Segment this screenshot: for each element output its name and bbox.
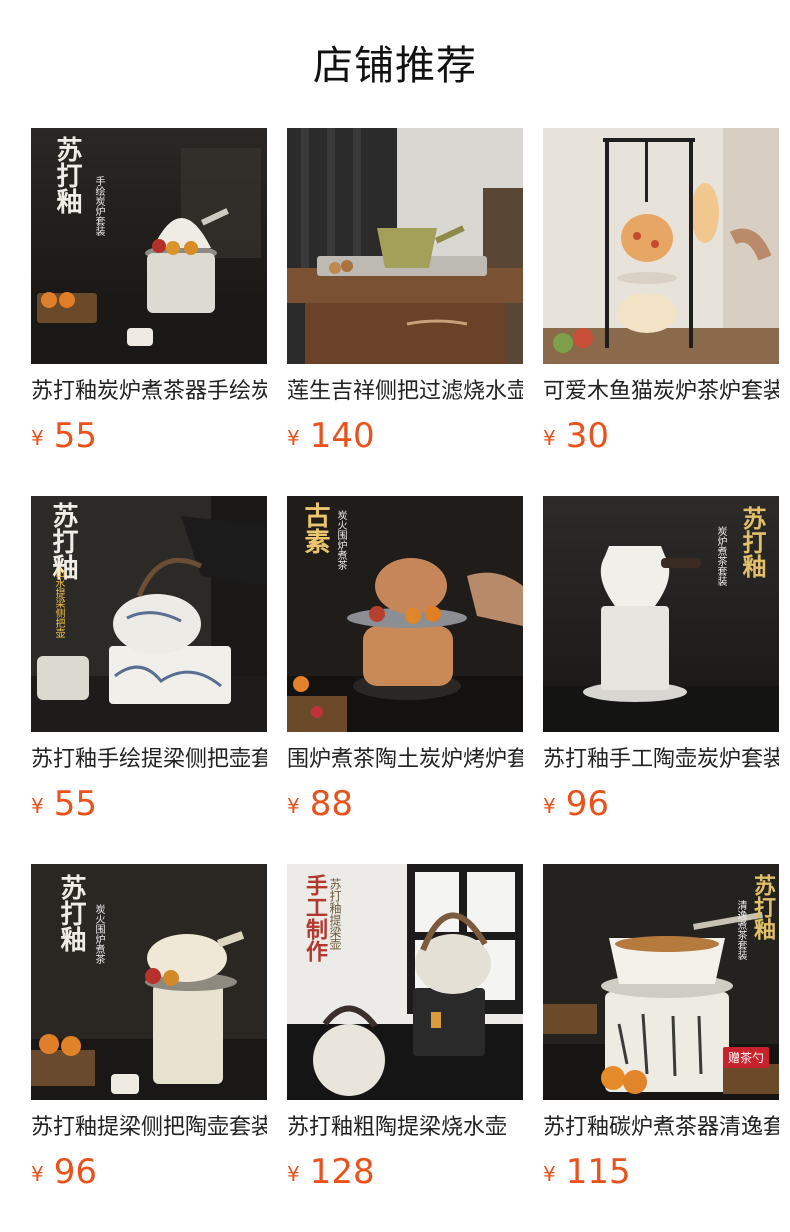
product-price: ¥96 xyxy=(31,1152,97,1192)
currency-symbol: ¥ xyxy=(287,426,300,450)
product-name[interactable]: 苏打釉提梁侧把陶壶套装 xyxy=(31,1113,267,1143)
product-subtitle-text: 清逸煮茶套装 xyxy=(735,900,746,960)
currency-symbol: ¥ xyxy=(287,794,300,818)
product-image[interactable] xyxy=(287,128,523,364)
product-card[interactable]: 古素 炭火围炉煮茶 围炉煮茶陶土炭炉烤炉套装 ¥88 xyxy=(287,496,523,864)
price-value: 88 xyxy=(309,784,353,824)
currency-symbol: ¥ xyxy=(31,1162,44,1186)
currency-symbol: ¥ xyxy=(543,794,556,818)
product-brand-text: 古素 xyxy=(300,502,330,554)
product-subtitle-text: 炭火围炉煮茶 xyxy=(335,510,346,570)
product-brand-text: 苏打釉 xyxy=(56,874,86,952)
product-price: ¥96 xyxy=(543,784,609,824)
product-grid: 苏打釉 手绘炭炉套装 苏打釉炭炉煮茶器手绘炭炉套装 ¥55 xyxy=(31,128,779,1232)
product-card[interactable]: 苏打釉 清逸煮茶套装 赠茶勺 苏打釉碳炉煮茶器清逸套装 ¥115 xyxy=(543,864,779,1232)
product-photo-2 xyxy=(287,128,523,364)
store-recommendations-page: 店铺推荐 苏打釉 手绘炭炉套装 苏打釉炭炉煮茶器手绘炭 ¥ 55 莲生吉祥侧把过… xyxy=(0,0,790,1232)
product-card[interactable]: 手工制作 苏打釉提梁壶 苏打釉粗陶提梁烧水壶 ¥128 xyxy=(287,864,523,1232)
product-image[interactable]: 苏打釉 手绘炭炉套装 xyxy=(31,128,267,364)
product-card[interactable]: 苏打釉 山水提梁侧把壶 苏打釉手绘提梁侧把壶套装 ¥55 xyxy=(31,496,267,864)
price-value: 55 xyxy=(53,416,97,456)
product-name[interactable]: 围炉煮茶陶土炭炉烤炉套装 xyxy=(287,745,523,775)
product-name[interactable]: 苏打釉炭炉煮茶器手绘炭炉套装 xyxy=(31,377,267,407)
product-brand-text: 苏打釉 xyxy=(750,874,776,940)
price-value: 30 xyxy=(565,416,609,456)
price-value: 96 xyxy=(53,1152,97,1192)
product-image[interactable]: 手工制作 苏打釉提梁壶 xyxy=(287,864,523,1100)
product-subtitle-text: 山水提梁侧把壶 xyxy=(53,568,64,638)
product-image[interactable]: 苏打釉 清逸煮茶套装 赠茶勺 xyxy=(543,864,779,1100)
product-image[interactable]: 古素 炭火围炉煮茶 xyxy=(287,496,523,732)
product-card[interactable]: 苏打釉 炭火围炉煮茶 苏打釉提梁侧把陶壶套装 ¥96 xyxy=(31,864,267,1232)
product-brand-text: 苏打釉 xyxy=(738,506,767,578)
price-value: 96 xyxy=(565,784,609,824)
product-card[interactable]: 莲生吉祥侧把过滤烧水壶 ¥140 xyxy=(287,128,523,496)
product-photo-3 xyxy=(543,128,779,364)
product-image[interactable]: 苏打釉 炭炉煮茶套装 xyxy=(543,496,779,732)
product-price: ¥128 xyxy=(287,1152,375,1192)
product-subtitle-text: 苏打釉提梁壶 xyxy=(328,878,342,950)
currency-symbol: ¥ xyxy=(31,426,44,450)
price-value: 55 xyxy=(53,784,97,824)
price-value: 140 xyxy=(309,416,375,456)
product-price: ¥55 xyxy=(31,416,97,456)
product-name[interactable]: 苏打釉碳炉煮茶器清逸套装 xyxy=(543,1113,779,1143)
currency-symbol: ¥ xyxy=(31,794,44,818)
section-title: 店铺推荐 xyxy=(313,43,477,89)
product-price: ¥30 xyxy=(543,416,609,456)
product-card[interactable]: 可爱木鱼猫炭炉茶炉套装 ¥30 xyxy=(543,128,779,496)
price-value: 128 xyxy=(309,1152,375,1192)
product-image[interactable]: 苏打釉 炭火围炉煮茶 xyxy=(31,864,267,1100)
product-price: ¥88 xyxy=(287,784,353,824)
currency-symbol: ¥ xyxy=(543,426,556,450)
gift-badge: 赠茶勺 xyxy=(722,1047,769,1068)
product-name[interactable]: 可爱木鱼猫炭炉茶炉套装 xyxy=(543,377,779,407)
product-name[interactable]: 苏打釉粗陶提梁烧水壶 xyxy=(287,1113,523,1143)
product-name[interactable]: 莲生吉祥侧把过滤烧水壶 xyxy=(287,377,523,407)
product-subtitle-text: 炭炉煮茶套装 xyxy=(715,526,726,586)
product-subtitle-text: 炭火围炉煮茶 xyxy=(93,904,104,964)
product-name[interactable]: 苏打釉手工陶壶炭炉套装 xyxy=(543,745,779,775)
product-image[interactable] xyxy=(543,128,779,364)
currency-symbol: ¥ xyxy=(543,1162,556,1186)
price-value: 115 xyxy=(565,1152,631,1192)
product-image[interactable]: 苏打釉 山水提梁侧把壶 xyxy=(31,496,267,732)
product-subtitle-text: 手绘炭炉套装 xyxy=(93,176,104,236)
product-price: ¥55 xyxy=(31,784,97,824)
currency-symbol: ¥ xyxy=(287,1162,300,1186)
product-card[interactable]: 苏打釉 炭炉煮茶套装 苏打釉手工陶壶炭炉套装 ¥96 xyxy=(543,496,779,864)
product-card[interactable]: 苏打釉 手绘炭炉套装 苏打釉炭炉煮茶器手绘炭炉套装 ¥55 xyxy=(31,128,267,496)
product-price: ¥115 xyxy=(543,1152,631,1192)
product-name[interactable]: 苏打釉手绘提梁侧把壶套装 xyxy=(31,745,267,775)
product-brand-text: 苏打釉 xyxy=(52,136,82,214)
product-price: ¥140 xyxy=(287,416,375,456)
